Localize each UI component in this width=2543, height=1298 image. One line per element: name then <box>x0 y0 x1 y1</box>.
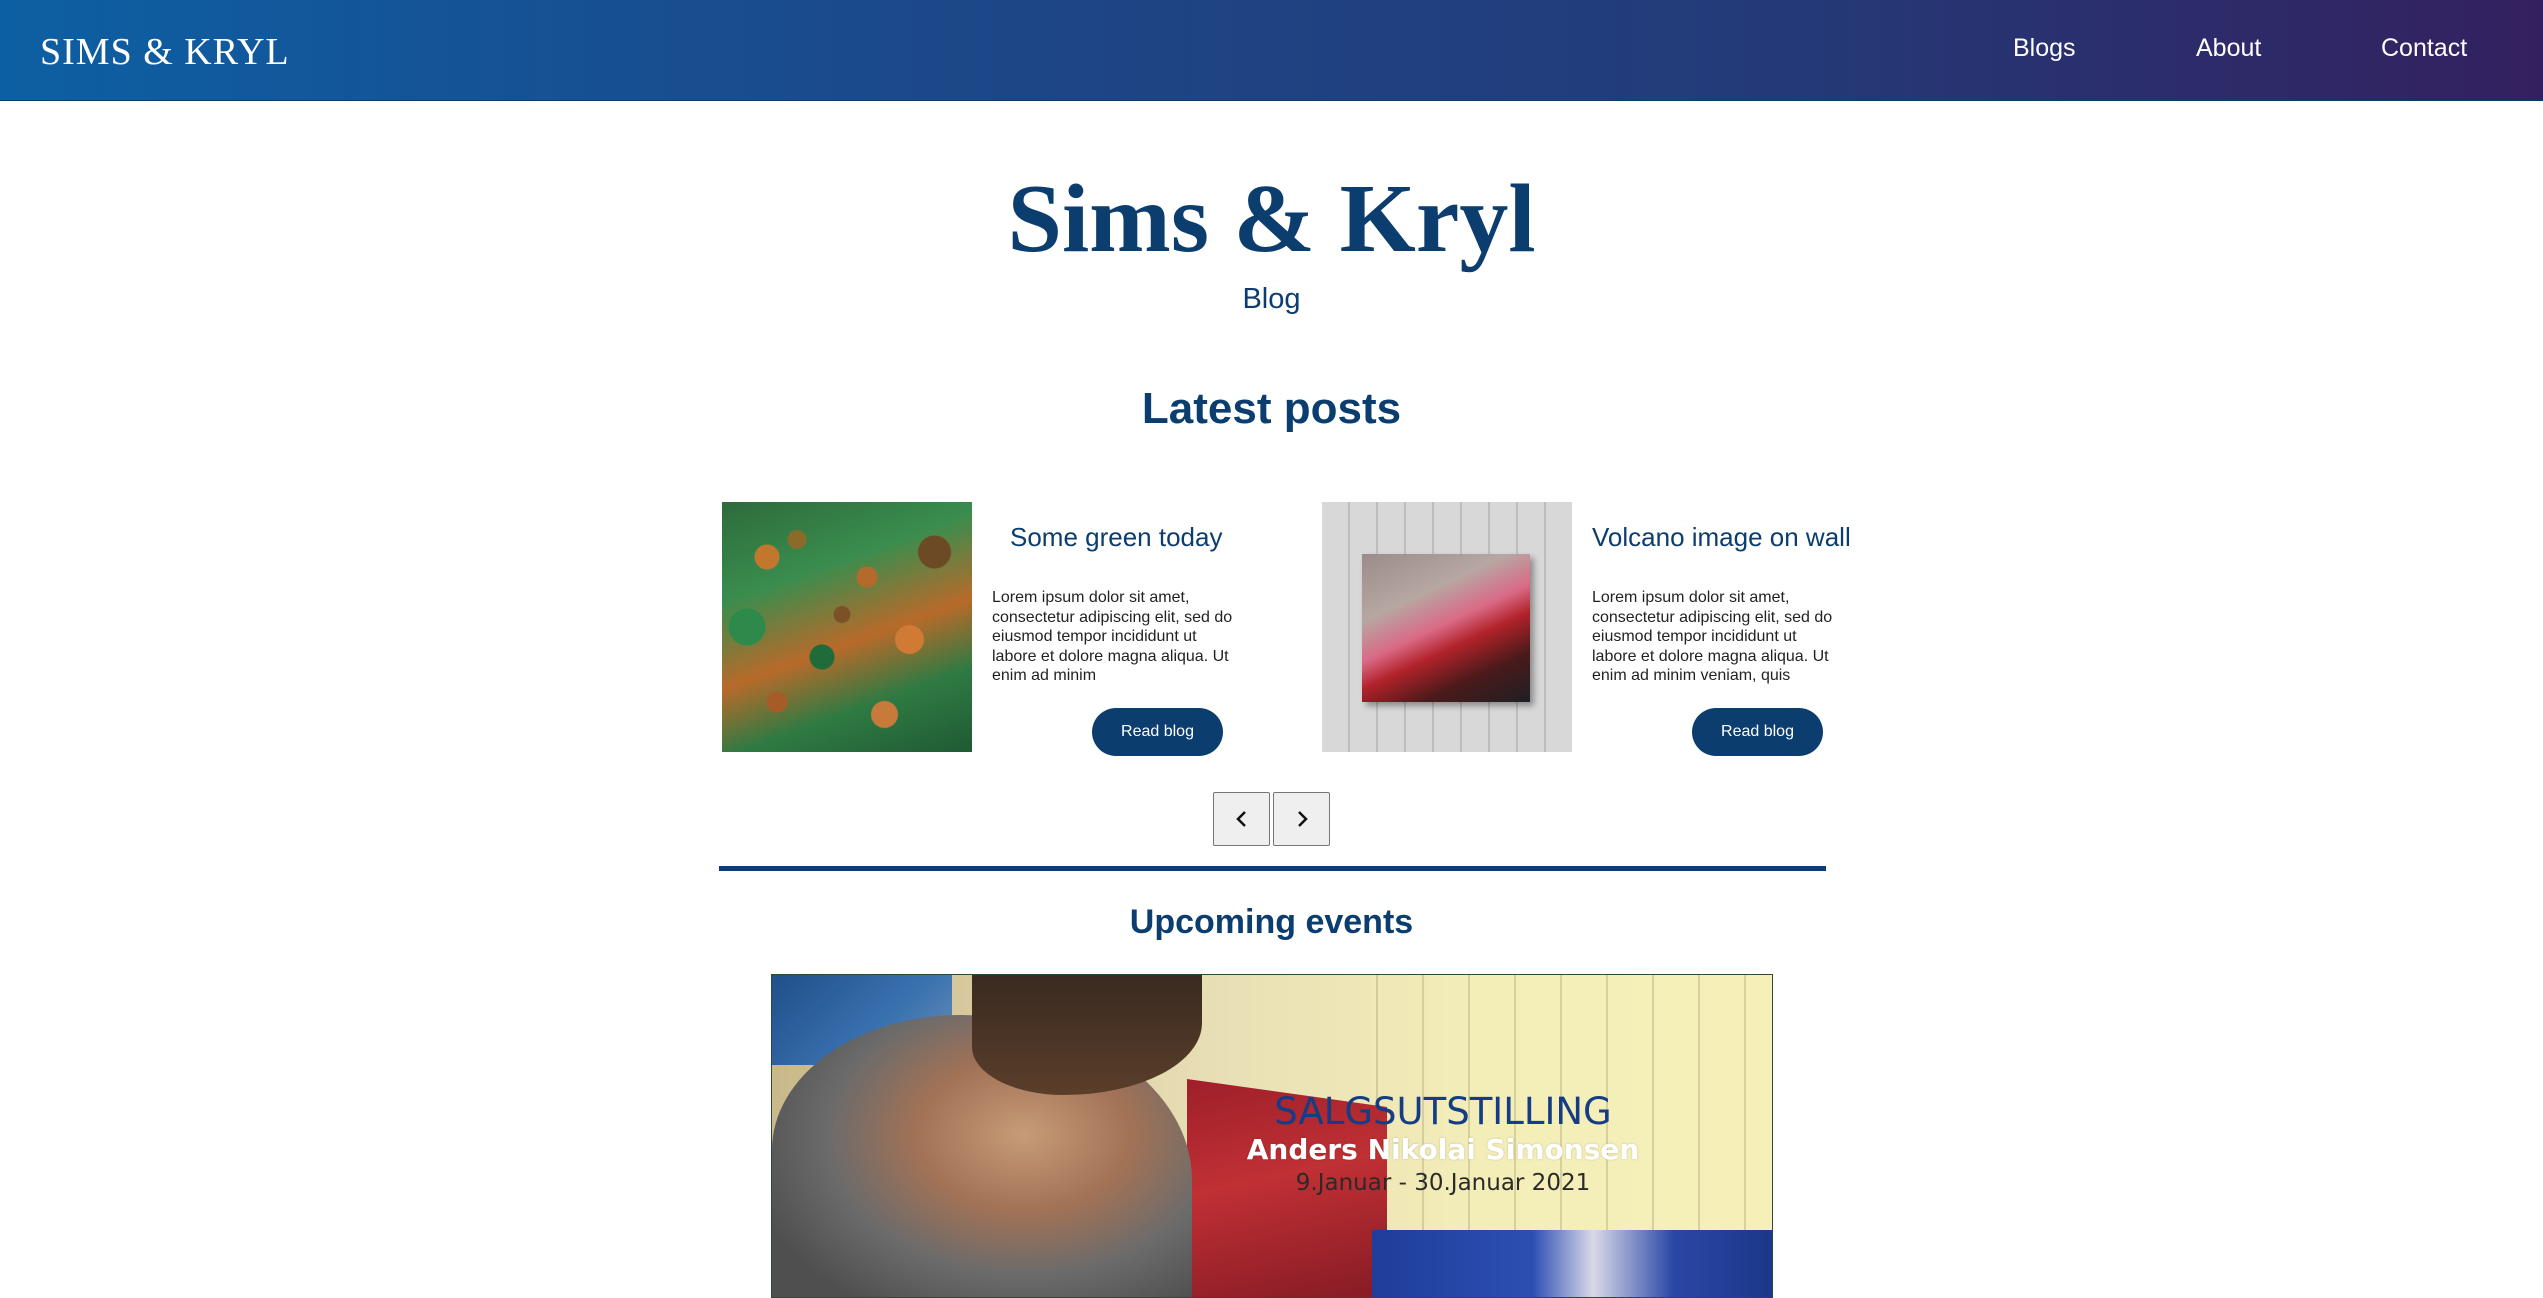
painting-image <box>1362 554 1530 702</box>
post-thumbnail-volcano-painting[interactable] <box>1322 502 1572 752</box>
read-blog-button[interactable]: Read blog <box>1692 708 1823 756</box>
post-card: Volcano image on wall Lorem ipsum dolor … <box>1322 502 1882 756</box>
post-thumbnail-green-abstract[interactable] <box>722 502 972 752</box>
latest-posts-heading: Latest posts <box>1141 384 1402 433</box>
post-title[interactable]: Some green today <box>1010 522 1222 553</box>
nav-link-about[interactable]: About <box>2196 34 2261 63</box>
banner-blue-canvas <box>1372 1230 1772 1297</box>
event-dates: 9.Januar - 30.Januar 2021 <box>1295 1170 1591 1196</box>
carousel-prev-button[interactable] <box>1213 792 1270 846</box>
site-title: Sims & Kryl <box>1007 165 1536 273</box>
chevron-right-icon <box>1297 811 1308 827</box>
post-excerpt: Lorem ipsum dolor sit amet, consectetur … <box>992 589 1233 684</box>
post-excerpt: Lorem ipsum dolor sit amet, consectetur … <box>1592 589 1833 684</box>
banner-artist-hair <box>972 975 1202 1095</box>
site-subtitle: Blog <box>1242 283 1301 315</box>
post-title[interactable]: Volcano image on wall <box>1592 522 1851 553</box>
post-card: Some green today Lorem ipsum dolor sit a… <box>722 502 1282 756</box>
nav-link-blogs[interactable]: Blogs <box>2013 34 2076 63</box>
event-title: SALGSUTSTILLING <box>1274 1090 1612 1133</box>
read-blog-button[interactable]: Read blog <box>1092 708 1223 756</box>
event-banner-image[interactable]: SALGSUTSTILLING Anders Nikolai Simonsen … <box>771 974 1773 1298</box>
carousel-next-button[interactable] <box>1273 792 1330 846</box>
chevron-left-icon <box>1235 811 1246 827</box>
event-artist-name: Anders Nikolai Simonsen <box>1246 1133 1640 1166</box>
upcoming-events-heading: Upcoming events <box>1129 903 1414 941</box>
brand-logo[interactable]: SIMS & KRYL <box>40 30 290 74</box>
section-divider <box>719 866 1826 871</box>
navbar: SIMS & KRYL Blogs About Contact <box>0 0 2543 101</box>
nav-link-contact[interactable]: Contact <box>2381 34 2467 63</box>
